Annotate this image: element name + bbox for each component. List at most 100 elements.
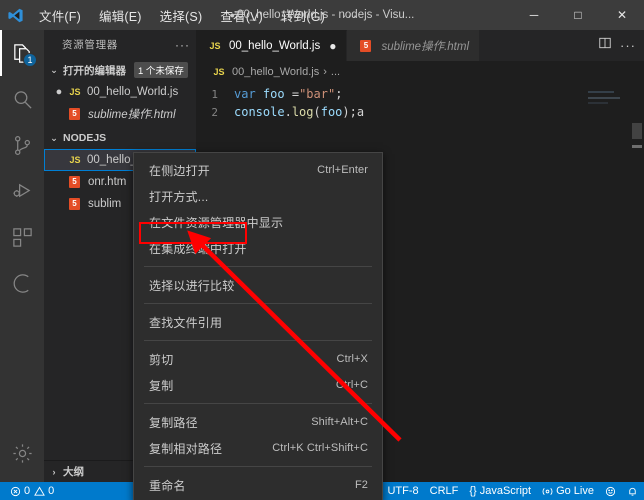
menu-item-find-file-references[interactable]: 查找文件引用 xyxy=(134,309,382,335)
code-line-2: 2 console.log(foo);a xyxy=(196,103,644,121)
tab-00-hello-world-js[interactable]: JS 00_hello_World.js ● xyxy=(196,30,348,61)
status-errors[interactable]: 0 xyxy=(10,485,30,497)
breadcrumb-file[interactable]: 00_hello_World.js xyxy=(232,66,319,78)
menu-view[interactable]: 查看(V) xyxy=(211,2,272,29)
menu-label: 在文件资源管理器中显示 xyxy=(149,215,284,230)
status-right: UTF-8 CRLF {} JavaScript Go Live xyxy=(387,485,638,497)
activity-bar: 1 xyxy=(0,30,44,482)
menu-item-copy[interactable]: 复制 Ctrl+C xyxy=(134,372,382,398)
menu-item-reveal-in-explorer[interactable]: 在文件资源管理器中显示 xyxy=(134,209,382,235)
go-live-label: Go Live xyxy=(556,485,594,497)
editor-scrollbar[interactable] xyxy=(630,83,644,482)
open-editor-row-1[interactable]: 5 sublime操作.html xyxy=(44,103,196,125)
menu-item-open-with[interactable]: 打开方式... xyxy=(134,183,382,209)
title-bar: 文件(F) 编辑(E) 选择(S) 查看(V) 转到(G) ··· ● 00_he… xyxy=(0,0,644,30)
menu-label: 复制相对路径 xyxy=(149,441,223,456)
breadcrumb-tail[interactable]: ... xyxy=(331,66,340,78)
menu-label: 复制路径 xyxy=(149,415,198,430)
menu-item-select-for-compare[interactable]: 选择以进行比较 xyxy=(134,272,382,298)
minimize-button[interactable]: ─ xyxy=(512,0,556,30)
bell-icon[interactable] xyxy=(627,486,638,497)
code-line-1: 1 var foo ="bar"; xyxy=(196,85,644,103)
menu-shortcut: Ctrl+X xyxy=(336,353,368,365)
activity-extensions[interactable] xyxy=(0,214,44,260)
activity-remote[interactable] xyxy=(0,260,44,306)
menu-label: 在侧边打开 xyxy=(149,163,211,178)
tab-dirty-dot-icon[interactable]: ● xyxy=(329,39,336,53)
menu-label: 重命名 xyxy=(149,478,186,493)
tree-file-name-2: sublim xyxy=(88,198,122,210)
dirty-dot-icon[interactable]: ● xyxy=(52,86,66,98)
folder-label: NODEJS xyxy=(63,132,107,144)
menu-item-open-to-side[interactable]: 在侧边打开 Ctrl+Enter xyxy=(134,157,382,183)
html-file-icon: 5 xyxy=(69,108,80,120)
menu-item-copy-relative-path[interactable]: 复制相对路径 Ctrl+K Ctrl+Shift+C xyxy=(134,435,382,461)
menu-file[interactable]: 文件(F) xyxy=(30,2,90,29)
errors-count: 0 xyxy=(24,485,31,497)
html-file-icon: 5 xyxy=(69,198,80,210)
vscode-logo-icon xyxy=(0,0,30,30)
activity-source-control[interactable] xyxy=(0,122,44,168)
menu-separator xyxy=(144,466,372,467)
tree-file-name-1: onr.htm xyxy=(88,176,127,188)
status-left: 0 0 xyxy=(0,485,54,497)
menu-selection[interactable]: 选择(S) xyxy=(151,2,212,29)
editor-tab-actions: ··· xyxy=(598,30,640,61)
sidebar-title: 资源管理器 xyxy=(62,39,118,51)
chevron-right-icon: › xyxy=(52,466,56,477)
vscode-window: 文件(F) 编辑(E) 选择(S) 查看(V) 转到(G) ··· ● 00_he… xyxy=(0,0,644,500)
menu-item-copy-path[interactable]: 复制路径 Shift+Alt+C xyxy=(134,409,382,435)
status-eol[interactable]: CRLF xyxy=(430,485,459,497)
section-open-editors[interactable]: ⌄ 打开的编辑器 1 个未保存 xyxy=(44,59,196,81)
menu-separator xyxy=(144,340,372,341)
open-editor-row-0[interactable]: ● JS 00_hello_World.js xyxy=(44,81,196,103)
open-editors-label: 打开的编辑器 xyxy=(63,64,126,77)
menu-edit[interactable]: 编辑(E) xyxy=(90,2,151,29)
line-number-1: 1 xyxy=(211,87,218,101)
menu-item-rename[interactable]: 重命名 F2 xyxy=(134,472,382,498)
sidebar-more-actions-button[interactable]: ··· xyxy=(175,38,190,52)
menu-bar: 文件(F) 编辑(E) 选择(S) 查看(V) 转到(G) ··· xyxy=(30,2,366,29)
menu-item-open-in-integrated-terminal[interactable]: 在集成终端中打开 xyxy=(134,235,382,261)
activity-run-debug[interactable] xyxy=(0,168,44,214)
activity-search[interactable] xyxy=(0,76,44,122)
status-language[interactable]: {} JavaScript xyxy=(469,485,531,497)
menu-item-cut[interactable]: 剪切 Ctrl+X xyxy=(134,346,382,372)
maximize-button[interactable]: □ xyxy=(556,0,600,30)
gear-icon[interactable] xyxy=(0,430,44,476)
tab-label-1: sublime操作.html xyxy=(381,40,469,53)
split-editor-icon[interactable] xyxy=(598,36,612,55)
menu-overflow-button[interactable]: ··· xyxy=(334,4,366,27)
menu-shortcut: F2 xyxy=(354,479,368,491)
menu-separator xyxy=(144,303,372,304)
window-controls: ─ □ ✕ xyxy=(512,0,644,30)
status-go-live[interactable]: Go Live xyxy=(542,485,594,497)
error-circle-icon xyxy=(10,486,21,496)
menu-go[interactable]: 转到(G) xyxy=(272,2,334,29)
editor-tabs: JS 00_hello_World.js ● 5 sublime操作.html … xyxy=(196,30,644,61)
activity-explorer[interactable]: 1 xyxy=(0,30,44,76)
smiley-icon[interactable] xyxy=(605,486,616,497)
scrollbar-thumb[interactable] xyxy=(632,123,642,139)
status-warnings[interactable]: 0 xyxy=(34,485,54,497)
status-encoding[interactable]: UTF-8 xyxy=(387,485,418,497)
explorer-badge: 1 xyxy=(23,53,37,67)
menu-label: 查找文件引用 xyxy=(149,315,223,330)
js-file-icon: JS xyxy=(69,87,81,97)
sidebar-header: 资源管理器 ··· xyxy=(44,30,196,59)
tab-sublime-html[interactable]: 5 sublime操作.html xyxy=(347,30,480,61)
unsaved-badge: 1 个未保存 xyxy=(134,62,188,78)
menu-shortcut: Ctrl+K Ctrl+Shift+C xyxy=(272,442,368,454)
menu-separator xyxy=(144,403,372,404)
section-folder-nodejs[interactable]: ⌄ NODEJS xyxy=(44,127,196,149)
broadcast-icon xyxy=(542,487,553,495)
html-file-icon: 5 xyxy=(69,176,80,188)
more-actions-icon[interactable]: ··· xyxy=(620,38,636,53)
chevron-down-icon: ⌄ xyxy=(50,132,58,143)
close-button[interactable]: ✕ xyxy=(600,0,644,30)
menu-shortcut: Ctrl+C xyxy=(335,379,368,391)
file-context-menu[interactable]: 在侧边打开 Ctrl+Enter 打开方式... 在文件资源管理器中显示 在集成… xyxy=(133,152,383,500)
code-text-1: var foo ="bar"; xyxy=(234,87,343,101)
minimap[interactable] xyxy=(584,83,630,482)
open-editor-name-1: sublime操作.html xyxy=(88,109,176,121)
